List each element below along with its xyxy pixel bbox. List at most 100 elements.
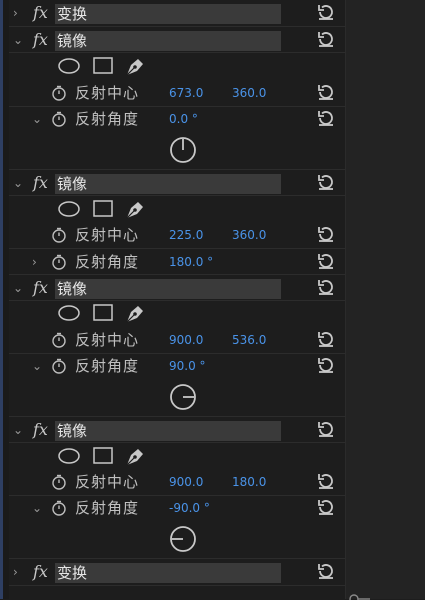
property-reflection-center: 反射中心 900.0 180.0 — [9, 469, 345, 495]
chevron-right-icon[interactable]: › — [13, 559, 18, 585]
center-y-value[interactable]: 360.0 — [232, 222, 266, 248]
reset-icon[interactable] — [316, 497, 336, 517]
fx-toggle-icon[interactable]: fx — [33, 275, 48, 301]
ellipse-mask-icon[interactable] — [57, 199, 81, 219]
reset-icon[interactable] — [316, 82, 336, 102]
stopwatch-icon[interactable] — [51, 358, 67, 374]
chevron-down-icon[interactable]: ⌄ — [13, 170, 23, 196]
reset-icon[interactable] — [316, 224, 336, 244]
chevron-down-icon[interactable]: ⌄ — [13, 27, 23, 53]
chevron-down-icon[interactable]: ⌄ — [13, 275, 23, 301]
fx-toggle-icon[interactable]: fx — [33, 0, 48, 26]
effect-header-mirror[interactable]: ⌄ fx 镜像 — [9, 417, 345, 443]
fx-toggle-icon[interactable]: fx — [33, 27, 48, 53]
center-x-value[interactable]: 225.0 — [169, 222, 203, 248]
reset-icon[interactable] — [316, 172, 336, 192]
pen-mask-icon[interactable] — [124, 55, 146, 77]
rectangle-mask-icon[interactable] — [92, 303, 114, 323]
effect-header-mirror[interactable]: ⌄ fx 镜像 — [9, 27, 345, 53]
rectangle-mask-icon[interactable] — [92, 446, 114, 466]
angle-value[interactable]: 90.0 ° — [169, 353, 206, 379]
rectangle-mask-icon[interactable] — [92, 199, 114, 219]
property-reflection-center: 反射中心 900.0 536.0 — [9, 327, 345, 353]
reset-icon[interactable] — [316, 419, 336, 439]
reset-icon[interactable] — [316, 471, 336, 491]
stopwatch-icon[interactable] — [51, 85, 67, 101]
mask-tools-row — [9, 196, 345, 222]
chevron-right-icon[interactable]: › — [32, 249, 37, 275]
chevron-right-icon[interactable]: › — [13, 0, 18, 26]
pen-mask-icon[interactable] — [124, 198, 146, 220]
effect-name[interactable]: 镜像 — [55, 31, 281, 51]
chevron-down-icon[interactable]: ⌄ — [32, 106, 42, 132]
rectangle-mask-icon[interactable] — [92, 56, 114, 76]
reset-icon[interactable] — [316, 251, 336, 271]
effect-name[interactable]: 变换 — [55, 563, 281, 583]
center-y-value[interactable]: 360.0 — [232, 80, 266, 106]
angle-dial-icon[interactable] — [168, 524, 198, 554]
effect-name[interactable]: 镜像 — [55, 279, 281, 299]
center-x-value[interactable]: 900.0 — [169, 327, 203, 353]
property-reflection-angle: ⌄ 反射角度 -90.0 ° — [9, 495, 345, 521]
effect-name[interactable]: 镜像 — [55, 421, 281, 441]
pen-mask-icon[interactable] — [124, 445, 146, 467]
angle-dial-row — [9, 525, 345, 557]
column-divider[interactable] — [345, 0, 346, 599]
angle-dial-icon[interactable] — [168, 135, 198, 165]
effect-controls-panel: › fx 变换 ⌄ fx 镜像 反射中心 673.0 360.0 ⌄ 反射角度 … — [0, 0, 425, 600]
reset-icon[interactable] — [316, 355, 336, 375]
pen-mask-icon[interactable] — [124, 302, 146, 324]
property-reflection-angle: › 反射角度 180.0 ° — [9, 249, 345, 275]
angle-dial-row — [9, 383, 345, 415]
reset-icon[interactable] — [316, 2, 336, 22]
property-label: 反射中心 — [75, 226, 140, 244]
reset-icon[interactable] — [316, 277, 336, 297]
ellipse-mask-icon[interactable] — [57, 56, 81, 76]
mask-tools-row — [9, 53, 345, 79]
property-reflection-angle: ⌄ 反射角度 0.0 ° — [9, 106, 345, 132]
reset-icon[interactable] — [316, 29, 336, 49]
property-reflection-center: 反射中心 225.0 360.0 — [9, 222, 345, 248]
ellipse-mask-icon[interactable] — [57, 446, 81, 466]
property-reflection-angle: ⌄ 反射角度 90.0 ° — [9, 353, 345, 379]
ellipse-mask-icon[interactable] — [57, 303, 81, 323]
chevron-down-icon[interactable]: ⌄ — [32, 353, 42, 379]
stopwatch-icon[interactable] — [51, 474, 67, 490]
property-label: 反射中心 — [75, 331, 140, 349]
effect-header-mirror[interactable]: ⌄ fx 镜像 — [9, 170, 345, 196]
angle-dial-row — [9, 136, 345, 168]
angle-value[interactable]: 180.0 ° — [169, 249, 213, 275]
center-y-value[interactable]: 180.0 — [232, 469, 266, 495]
effect-header-mirror[interactable]: ⌄ fx 镜像 — [9, 275, 345, 301]
effect-name[interactable]: 变换 — [55, 4, 281, 24]
timeline-area[interactable] — [346, 0, 425, 599]
property-label: 反射中心 — [75, 473, 140, 491]
effect-header-transform[interactable]: › fx 变换 — [9, 0, 345, 26]
property-label: 反射角度 — [75, 357, 140, 375]
stopwatch-icon[interactable] — [51, 254, 67, 270]
effect-name[interactable]: 镜像 — [55, 174, 281, 194]
reset-icon[interactable] — [316, 108, 336, 128]
chevron-down-icon[interactable]: ⌄ — [32, 495, 42, 521]
fx-toggle-icon[interactable]: fx — [33, 170, 48, 196]
stopwatch-icon[interactable] — [51, 332, 67, 348]
stopwatch-icon[interactable] — [51, 227, 67, 243]
chevron-down-icon[interactable]: ⌄ — [13, 417, 23, 443]
reset-icon[interactable] — [316, 329, 336, 349]
angle-value[interactable]: 0.0 ° — [169, 106, 198, 132]
reset-icon[interactable] — [316, 561, 336, 581]
angle-value[interactable]: -90.0 ° — [169, 495, 210, 521]
row-separator — [9, 585, 345, 586]
property-label: 反射中心 — [75, 84, 140, 102]
stopwatch-icon[interactable] — [51, 111, 67, 127]
property-reflection-center: 反射中心 673.0 360.0 — [9, 80, 345, 106]
fx-toggle-icon[interactable]: fx — [33, 559, 48, 585]
stopwatch-icon[interactable] — [51, 500, 67, 516]
angle-dial-icon[interactable] — [168, 382, 198, 412]
center-y-value[interactable]: 536.0 — [232, 327, 266, 353]
center-x-value[interactable]: 673.0 — [169, 80, 203, 106]
fx-toggle-icon[interactable]: fx — [33, 417, 48, 443]
effect-header-transform[interactable]: › fx 变换 — [9, 559, 345, 585]
property-label: 反射角度 — [75, 110, 140, 128]
center-x-value[interactable]: 900.0 — [169, 469, 203, 495]
